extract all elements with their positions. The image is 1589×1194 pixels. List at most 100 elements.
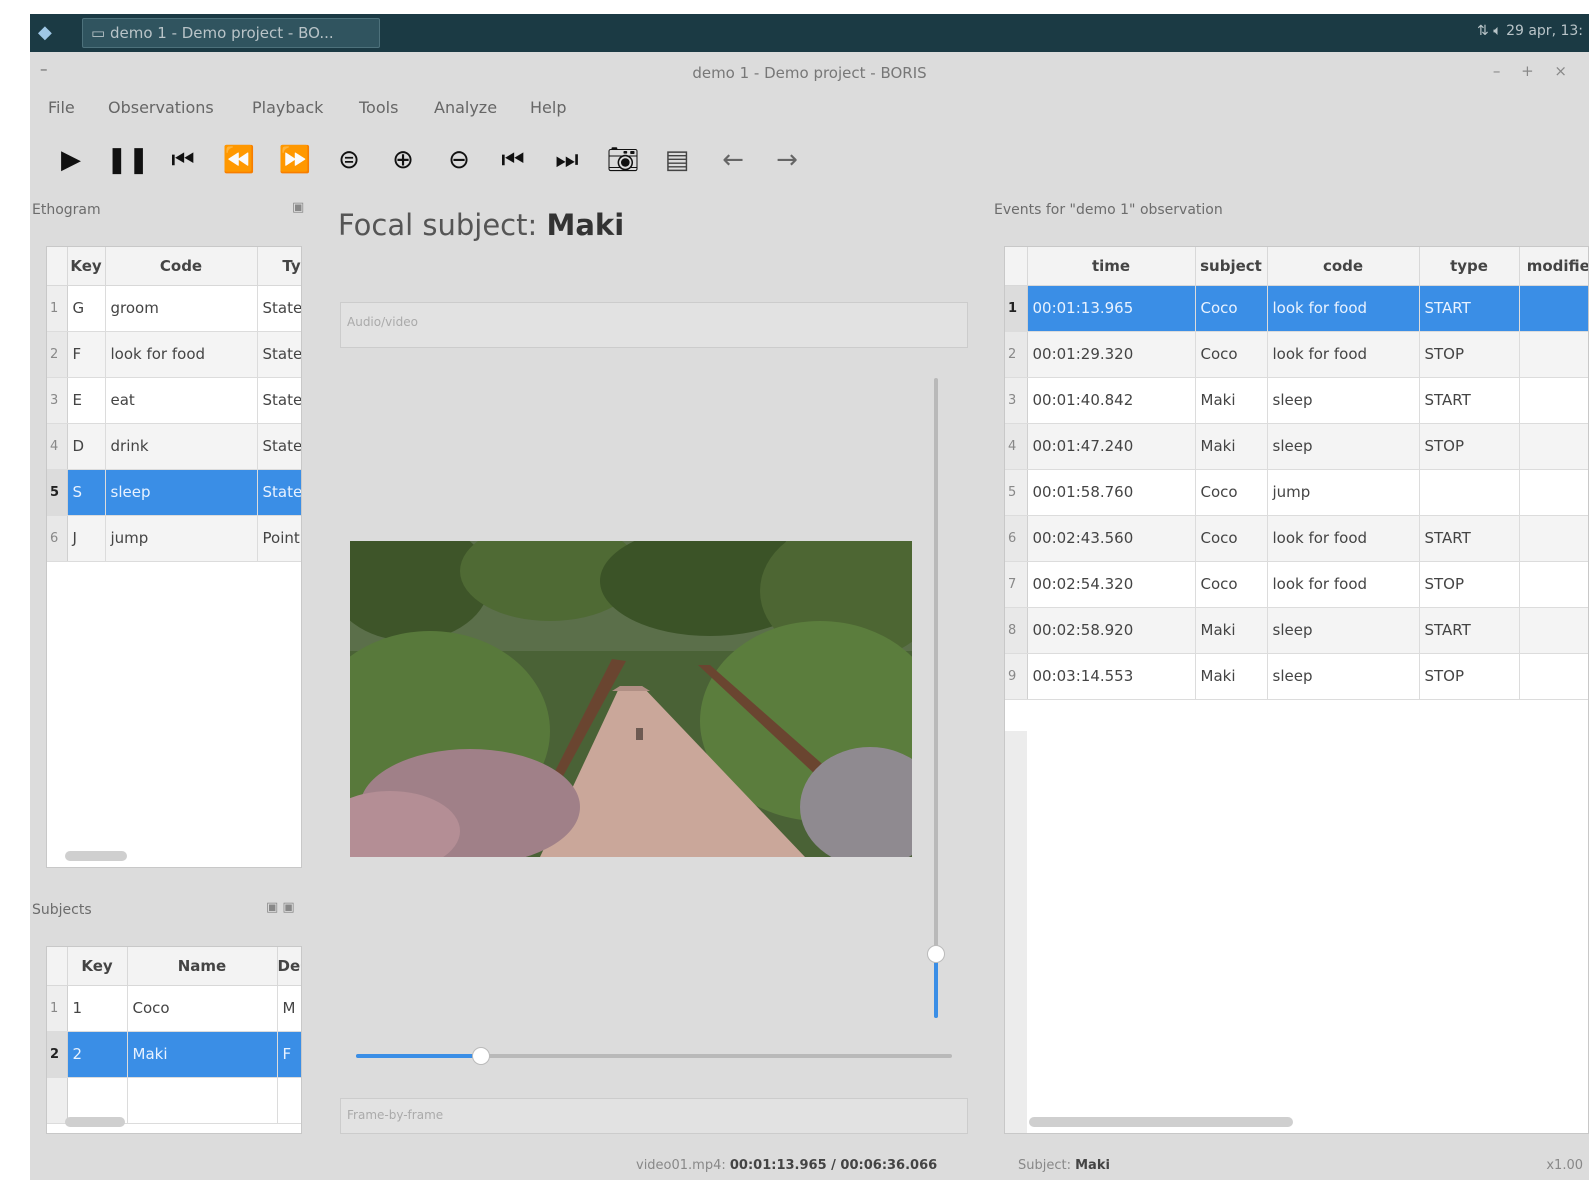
cell-subject[interactable]: Coco bbox=[1195, 515, 1268, 562]
table-row[interactable]: 5SsleepState event bbox=[47, 469, 301, 516]
menu-analyze[interactable]: Analyze bbox=[434, 98, 497, 117]
cell-code[interactable]: sleep bbox=[1267, 377, 1420, 424]
row-number[interactable]: 7 bbox=[1005, 561, 1028, 608]
next-media-icon[interactable]: ⏭ bbox=[546, 140, 588, 180]
events-table[interactable]: time subject code type modifier 100:01:1… bbox=[1004, 246, 1589, 1134]
column-header-key[interactable]: Key bbox=[67, 247, 106, 286]
cell-key[interactable]: 2 bbox=[67, 1031, 128, 1078]
cell-type[interactable] bbox=[1419, 469, 1520, 516]
column-header-type[interactable]: Type bbox=[257, 247, 301, 286]
row-number[interactable]: 2 bbox=[1005, 331, 1028, 378]
cell-time[interactable]: 00:01:29.320 bbox=[1027, 331, 1196, 378]
column-header-code[interactable]: Code bbox=[105, 247, 258, 286]
menu-file[interactable]: File bbox=[48, 98, 75, 117]
ethogram-table[interactable]: Key Code Type 1GgroomState event2Flook f… bbox=[46, 246, 302, 868]
row-number[interactable]: 5 bbox=[1005, 469, 1028, 516]
cell-type[interactable]: State event bbox=[257, 469, 301, 516]
column-header-code[interactable]: code bbox=[1267, 247, 1420, 286]
reset-speed-icon[interactable]: ⊜ bbox=[328, 140, 370, 180]
cell-key[interactable]: E bbox=[67, 377, 106, 424]
forward-arrow-icon[interactable]: → bbox=[766, 140, 808, 180]
cell-type[interactable]: START bbox=[1419, 515, 1520, 562]
column-header-type[interactable]: type bbox=[1419, 247, 1520, 286]
cell-desc[interactable]: M bbox=[277, 985, 301, 1032]
table-row[interactable]: 2Flook for foodState event bbox=[47, 331, 301, 378]
table-row[interactable]: 1 1 Coco M bbox=[47, 985, 301, 1032]
cell-subject[interactable]: Maki bbox=[1195, 423, 1268, 470]
cell-empty[interactable] bbox=[1519, 653, 1588, 700]
cell-type[interactable]: State event bbox=[257, 377, 301, 424]
cell-code[interactable]: look for food bbox=[105, 331, 258, 378]
menu-playback[interactable]: Playback bbox=[252, 98, 323, 117]
cell-subject[interactable]: Maki bbox=[1195, 607, 1268, 654]
dock-float-icon[interactable]: ▣ bbox=[292, 200, 304, 215]
cell-key[interactable]: 1 bbox=[67, 985, 128, 1032]
row-number[interactable]: 2 bbox=[47, 1031, 68, 1078]
table-row[interactable]: 7 00:02:54.320 Coco look for food STOP bbox=[1005, 561, 1588, 608]
column-header-modifier[interactable]: modifier bbox=[1519, 247, 1588, 286]
cell-code[interactable]: jump bbox=[105, 515, 258, 562]
decrease-speed-icon[interactable]: ⊖ bbox=[438, 140, 480, 180]
cell-subject[interactable]: Coco bbox=[1195, 469, 1268, 516]
cell-type[interactable]: State event bbox=[257, 423, 301, 470]
cell-empty[interactable] bbox=[1519, 607, 1588, 654]
row-number[interactable]: 6 bbox=[47, 515, 68, 562]
system-tray[interactable]: ⇅ 🔈︎ 29 apr, 13: bbox=[1477, 23, 1583, 39]
cell-subject[interactable]: Maki bbox=[1195, 377, 1268, 424]
menu-help[interactable]: Help bbox=[530, 98, 566, 117]
cell-key[interactable]: S bbox=[67, 469, 106, 516]
frame-by-frame-field[interactable]: Frame-by-frame bbox=[340, 1098, 968, 1134]
cell-time[interactable]: 00:02:58.920 bbox=[1027, 607, 1196, 654]
menu-observations[interactable]: Observations bbox=[108, 98, 214, 117]
volume-icon[interactable]: 🔈︎ bbox=[1493, 23, 1501, 39]
row-number[interactable]: 1 bbox=[47, 985, 68, 1032]
cell-type[interactable]: STOP bbox=[1419, 561, 1520, 608]
cell-empty[interactable] bbox=[1519, 561, 1588, 608]
cell-type[interactable]: State event bbox=[257, 285, 301, 332]
table-row[interactable]: 8 00:02:58.920 Maki sleep START bbox=[1005, 607, 1588, 654]
table-row[interactable]: 6JjumpPoint event bbox=[47, 515, 301, 562]
table-row[interactable]: 2 00:01:29.320 Coco look for food STOP bbox=[1005, 331, 1588, 378]
row-number[interactable]: 1 bbox=[1005, 285, 1028, 332]
table-row[interactable]: 1 00:01:13.965 Coco look for food START bbox=[1005, 285, 1588, 332]
column-header-description[interactable]: Description bbox=[277, 947, 301, 986]
cell-key[interactable]: F bbox=[67, 331, 106, 378]
cell-empty[interactable] bbox=[1519, 377, 1588, 424]
row-number[interactable]: 6 bbox=[1005, 515, 1028, 562]
cell-code[interactable]: look for food bbox=[1267, 561, 1420, 608]
table-row[interactable]: 1GgroomState event bbox=[47, 285, 301, 332]
video-player[interactable] bbox=[350, 541, 912, 857]
cell-code[interactable]: look for food bbox=[1267, 331, 1420, 378]
cell-code[interactable]: jump bbox=[1267, 469, 1420, 516]
cell-type[interactable]: STOP bbox=[1419, 423, 1520, 470]
table-row[interactable]: 2 2 Maki F bbox=[47, 1031, 301, 1078]
fast-forward-icon[interactable]: ⏩ bbox=[274, 140, 316, 180]
media-position-slider[interactable] bbox=[356, 1047, 952, 1065]
play-icon[interactable]: ▶ bbox=[50, 140, 92, 180]
table-row[interactable]: 5 00:01:58.760 Coco jump bbox=[1005, 469, 1588, 516]
cell-code[interactable]: drink bbox=[105, 423, 258, 470]
snapshot-icon[interactable]: 📷︎ bbox=[602, 140, 644, 180]
column-header-key[interactable]: Key bbox=[67, 947, 128, 986]
cell-type[interactable]: STOP bbox=[1419, 331, 1520, 378]
cell-code[interactable]: groom bbox=[105, 285, 258, 332]
network-icon[interactable]: ⇅ bbox=[1477, 23, 1489, 39]
cell-empty[interactable] bbox=[1519, 331, 1588, 378]
horizontal-scrollbar[interactable] bbox=[1029, 1117, 1293, 1127]
row-number[interactable]: 1 bbox=[47, 285, 68, 332]
cell-subject[interactable]: Coco bbox=[1195, 561, 1268, 608]
cell-name[interactable]: Maki bbox=[127, 1031, 278, 1078]
table-row[interactable]: 3EeatState event bbox=[47, 377, 301, 424]
row-number[interactable]: 4 bbox=[47, 423, 68, 470]
cell-key[interactable]: J bbox=[67, 515, 106, 562]
column-header-time[interactable]: time bbox=[1027, 247, 1196, 286]
cell-key[interactable]: D bbox=[67, 423, 106, 470]
row-number[interactable]: 3 bbox=[47, 377, 68, 424]
cell-key[interactable]: G bbox=[67, 285, 106, 332]
horizontal-scrollbar[interactable] bbox=[65, 1117, 125, 1127]
cell-desc[interactable]: F bbox=[277, 1031, 301, 1078]
window-titlebar[interactable]: – demo 1 - Demo project - BORIS – + × bbox=[30, 52, 1589, 92]
cell-subject[interactable]: Maki bbox=[1195, 653, 1268, 700]
menu-tools[interactable]: Tools bbox=[359, 98, 398, 117]
cell-code[interactable]: sleep bbox=[1267, 607, 1420, 654]
